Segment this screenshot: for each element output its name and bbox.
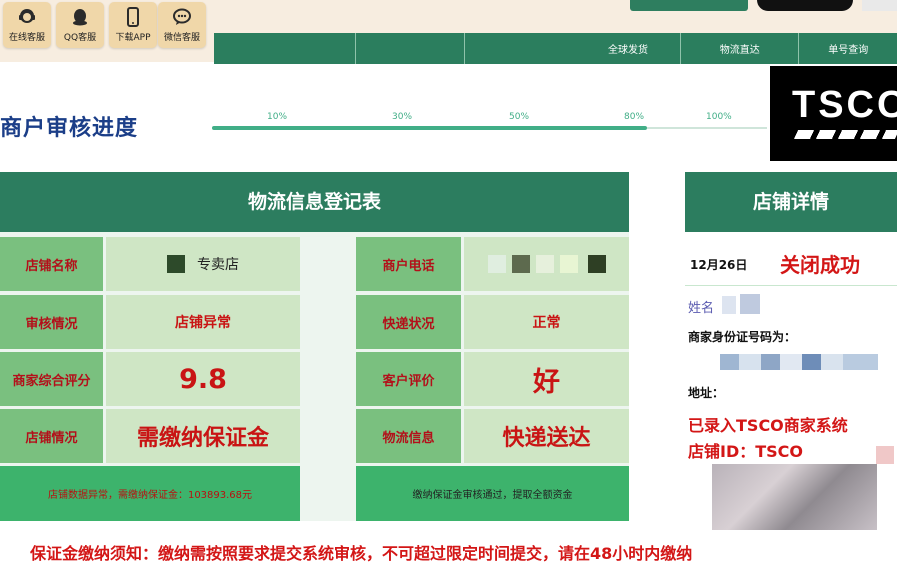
wechat-service-label: 微信客服 [163,33,200,43]
header-search-button[interactable] [862,0,897,11]
phone-redaction-3 [535,255,554,273]
qq-service-button[interactable]: QQ客服 [56,2,104,48]
phone-redaction-2 [511,255,530,273]
download-app-button[interactable]: 下载APP [109,2,157,48]
logistics-info-label: 物流信息 [356,409,461,463]
progress-step-10: 10% [267,112,288,122]
registered-notice: 已录入TSCO商家系统 [688,416,848,435]
nav-item-logistics-direct[interactable]: 物流直达 [681,33,800,64]
merchant-phone-value [464,237,629,291]
express-status-label: 快递状况 [356,295,461,349]
mobile-phone-icon [127,7,139,27]
wechat-chat-icon [173,8,191,25]
merchant-register-button[interactable] [630,0,748,11]
progress-title: 商户审核进度 [0,116,139,141]
progress-bar-fill [212,126,647,130]
phone-redaction-4 [559,255,578,273]
close-date: 12月26日 [690,258,748,272]
download-app-label: 下载APP [115,33,151,43]
progress-bar-track [647,127,767,129]
progress-step-100: 100% [706,112,732,122]
shop-id: 店铺ID：TSCO [688,442,804,461]
shop-condition-label: 店铺情况 [0,409,103,463]
merchant-rating-value: 9.8 [106,352,300,406]
customer-review-label: 客户评价 [356,352,461,406]
registration-title: 物流信息登记表 [0,172,629,232]
main-nav: 全球发货 物流直达 单号查询 [214,33,897,64]
shop-name-text: 专卖店 [197,257,239,273]
nav-item-2[interactable] [356,33,465,64]
online-service-button[interactable]: 在线客服 [3,2,51,48]
side-redaction-corner [876,446,894,464]
deposit-approval-message: 缴纳保证金审核通过，提取全额资金 [356,466,629,521]
online-service-label: 在线客服 [8,33,45,43]
shop-details-title: 店铺详情 [685,172,897,232]
address-label: 地址： [688,386,725,400]
nav-item-1[interactable] [214,33,357,64]
review-status-label: 审核情况 [0,295,103,349]
progress-step-50: 50% [509,112,530,122]
shop-name-label: 店铺名称 [0,237,103,291]
phone-redaction-5 [587,255,606,273]
blurred-id-image [712,464,877,530]
merchant-phone-label: 商户电话 [356,237,461,291]
shop-name-redaction [167,255,185,273]
customer-service-icon [19,9,35,23]
nav-item-global-shipping[interactable]: 全球发货 [465,33,681,64]
progress-step-30: 30% [392,112,413,122]
logo-text: TSCO [792,84,897,126]
progress-step-80: 80% [624,112,645,122]
express-status-value: 正常 [464,295,629,349]
qq-penguin-icon [73,9,87,26]
logo-stripes [793,130,897,139]
header-decoration [757,0,853,11]
name-label: 姓名 [688,301,715,316]
tsco-logo: TSCO [770,66,897,161]
deposit-notice: 保证金缴纳须知：缴纳需按照要求提交系统审核，不可超过限定时间提交，请在48小时内… [30,544,693,563]
wechat-service-button[interactable]: 微信客服 [158,2,206,48]
nav-item-tracking-query[interactable]: 单号查询 [799,33,897,64]
logistics-info-value: 快递送达 [464,409,629,463]
phone-redaction-1 [487,255,506,273]
customer-review-value: 好 [464,352,629,406]
shop-condition-value: 需缴纳保证金 [106,409,300,463]
name-redaction-2 [740,294,760,314]
close-status: 关闭成功 [780,253,860,277]
deposit-required-message: 店铺数据异常，需缴纳保证金：103893.68元 [0,466,300,521]
id-number-redaction [720,354,878,370]
details-divider [685,285,897,286]
shop-name-value: 专卖店 [106,237,300,291]
review-status-value: 店铺异常 [106,295,300,349]
name-redaction-1 [722,296,736,314]
qq-service-label: QQ客服 [63,33,97,43]
merchant-rating-label: 商家综合评分 [0,352,103,406]
id-number-label: 商家身份证号码为： [688,330,797,344]
